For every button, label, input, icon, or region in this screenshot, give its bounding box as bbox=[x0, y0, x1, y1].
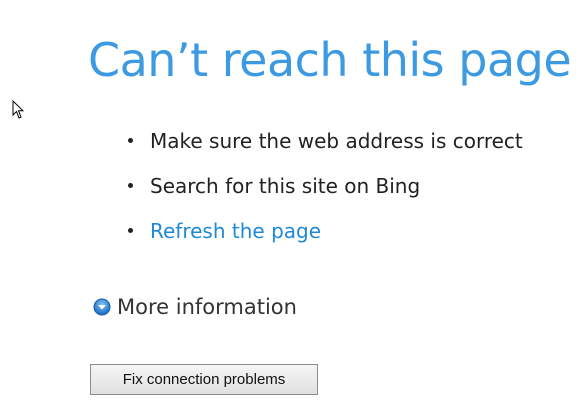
bullet-dot bbox=[128, 228, 133, 233]
bullet-dot bbox=[128, 183, 133, 188]
mouse-pointer-icon bbox=[12, 100, 24, 119]
suggestion-search-bing: Search for this site on Bing bbox=[150, 174, 421, 198]
more-information-label: More information bbox=[117, 295, 297, 319]
error-page: Can’t reach this page Make sure the web … bbox=[0, 0, 588, 414]
chevron-down-circle-icon bbox=[93, 298, 111, 316]
fix-connection-problems-button[interactable]: Fix connection problems bbox=[90, 364, 318, 395]
more-information-toggle[interactable]: More information bbox=[93, 293, 297, 321]
page-title: Can’t reach this page bbox=[88, 33, 572, 87]
bullet-dot bbox=[128, 138, 133, 143]
suggestion-check-address: Make sure the web address is correct bbox=[150, 129, 523, 153]
refresh-page-link[interactable]: Refresh the page bbox=[150, 214, 321, 248]
